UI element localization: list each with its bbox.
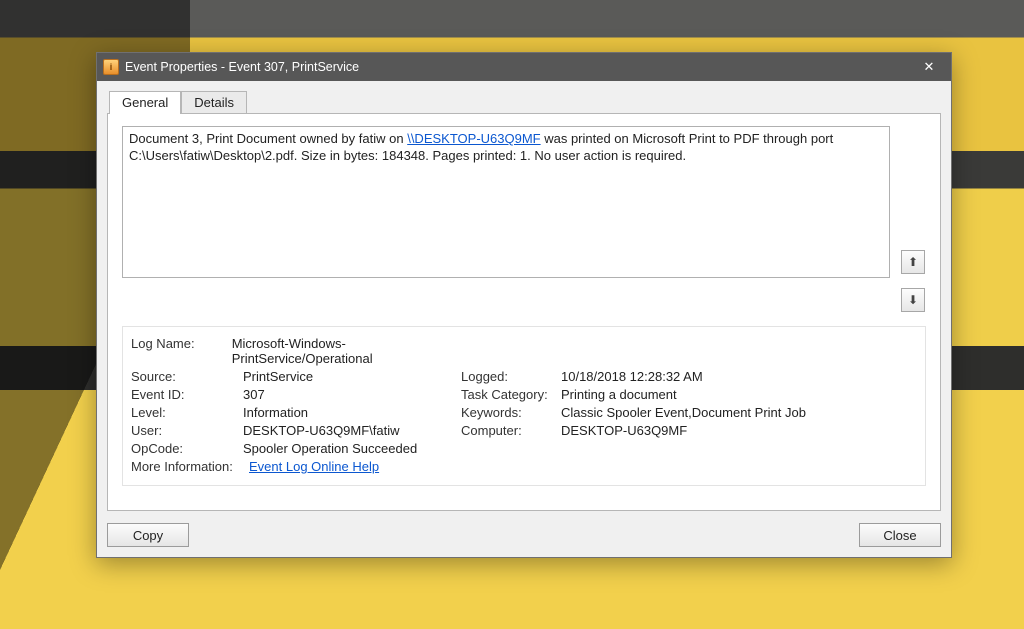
tabpanel-general: Document 3, Print Document owned by fati… [107, 113, 941, 511]
close-icon[interactable]: ✕ [907, 53, 951, 81]
label-logged: Logged: [461, 369, 561, 384]
label-keywords: Keywords: [461, 405, 561, 420]
value-opcode: Spooler Operation Succeeded [243, 441, 417, 456]
value-event-id: 307 [243, 387, 265, 402]
close-button[interactable]: Close [859, 523, 941, 547]
value-keywords: Classic Spooler Event,Document Print Job [561, 405, 806, 420]
event-properties-window: i Event Properties - Event 307, PrintSer… [96, 52, 952, 558]
value-logged: 10/18/2018 12:28:32 AM [561, 369, 703, 384]
prev-event-button[interactable]: ⬆ [901, 250, 925, 274]
window-title: Event Properties - Event 307, PrintServi… [125, 60, 907, 74]
app-icon: i [103, 59, 119, 75]
next-event-button[interactable]: ⬇ [901, 288, 925, 312]
titlebar: i Event Properties - Event 307, PrintSer… [97, 53, 951, 81]
computer-link[interactable]: \\DESKTOP-U63Q9MF [407, 131, 540, 146]
arrow-down-icon: ⬇ [908, 293, 918, 307]
client-area: General Details Document 3, Print Docume… [97, 81, 951, 557]
label-task-category: Task Category: [461, 387, 561, 402]
tabstrip: General Details [107, 89, 941, 113]
label-computer: Computer: [461, 423, 561, 438]
value-source: PrintService [243, 369, 313, 384]
label-user: User: [131, 423, 243, 438]
label-opcode: OpCode: [131, 441, 243, 456]
tab-details[interactable]: Details [181, 91, 247, 114]
event-description[interactable]: Document 3, Print Document owned by fati… [122, 126, 890, 278]
value-log-name: Microsoft-Windows-PrintService/Operation… [232, 336, 461, 366]
label-log-name: Log Name: [131, 336, 232, 366]
label-event-id: Event ID: [131, 387, 243, 402]
more-info-link[interactable]: Event Log Online Help [249, 459, 379, 474]
label-level: Level: [131, 405, 243, 420]
dialog-buttons: Copy Close [107, 511, 941, 547]
value-task-category: Printing a document [561, 387, 677, 402]
tab-general[interactable]: General [109, 91, 181, 114]
nav-column: ⬆ ⬇ [900, 126, 926, 312]
label-more-info: More Information: [131, 459, 249, 474]
value-computer: DESKTOP-U63Q9MF [561, 423, 687, 438]
arrow-up-icon: ⬆ [908, 255, 918, 269]
fields-group: Log Name: Microsoft-Windows-PrintService… [122, 326, 926, 486]
value-user: DESKTOP-U63Q9MF\fatiw [243, 423, 400, 438]
value-level: Information [243, 405, 308, 420]
label-source: Source: [131, 369, 243, 384]
description-row: Document 3, Print Document owned by fati… [122, 126, 926, 312]
description-pre: Document 3, Print Document owned by fati… [129, 131, 407, 146]
copy-button[interactable]: Copy [107, 523, 189, 547]
